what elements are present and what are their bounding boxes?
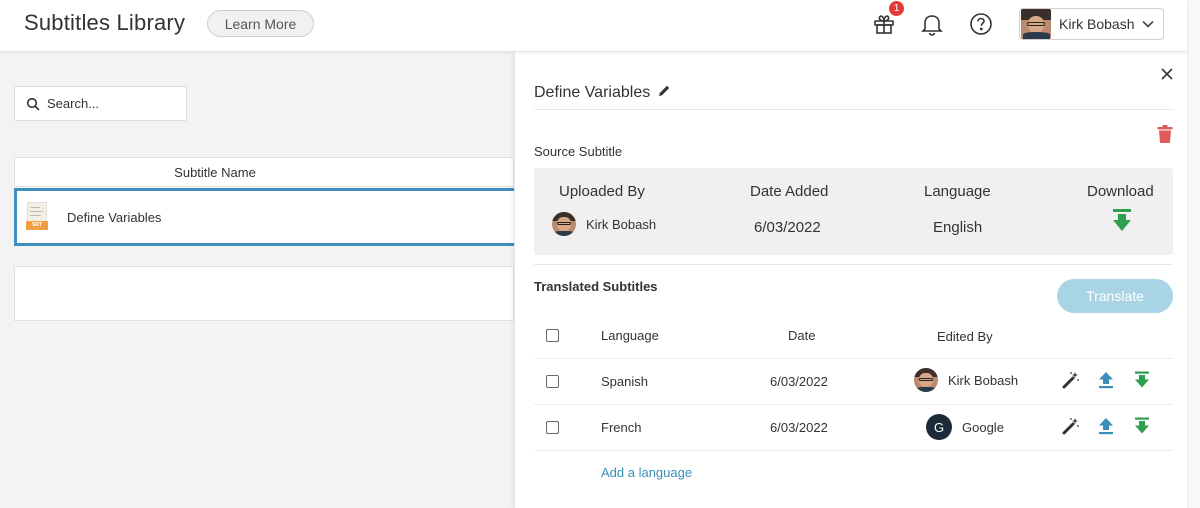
- help-icon[interactable]: [968, 11, 994, 37]
- row-checkbox[interactable]: [546, 421, 559, 434]
- row-date: 6/03/2022: [770, 420, 828, 435]
- header-uploaded-by: Uploaded By: [559, 183, 645, 200]
- row-language: Spanish: [601, 374, 648, 389]
- editor-name: Kirk Bobash: [948, 372, 1019, 388]
- pencil-icon[interactable]: [658, 84, 671, 102]
- download-icon[interactable]: [1112, 209, 1132, 238]
- column-header-edited-by: Edited By: [937, 329, 993, 344]
- list-item[interactable]: SRT Define Variables: [14, 188, 514, 246]
- list-item-empty: [14, 266, 514, 321]
- magic-wand-icon[interactable]: [1062, 371, 1080, 389]
- editor-name: Google: [962, 419, 1004, 435]
- row-editor: G Google: [926, 414, 1004, 440]
- header-download: Download: [1087, 183, 1154, 200]
- date-added-value: 6/03/2022: [754, 219, 821, 236]
- language-value: English: [933, 219, 983, 236]
- trash-icon[interactable]: [1157, 125, 1173, 148]
- notification-badge: 1: [889, 1, 904, 16]
- divider: [534, 109, 1174, 110]
- app-header: Subtitles Library Learn More 1 Kirk Boba…: [0, 0, 1187, 52]
- avatar: [552, 212, 576, 236]
- search-icon: [26, 97, 40, 111]
- learn-more-button[interactable]: Learn More: [207, 10, 314, 37]
- close-icon[interactable]: [1159, 66, 1175, 82]
- column-header-date: Date: [788, 328, 816, 343]
- search-field[interactable]: [14, 86, 187, 121]
- upload-icon[interactable]: [1097, 417, 1115, 435]
- bell-icon[interactable]: [919, 11, 945, 37]
- subtitle-title: Define Variables: [534, 84, 651, 101]
- scrollbar[interactable]: [1187, 0, 1200, 508]
- gift-icon[interactable]: 1: [871, 1, 904, 37]
- uploader-name: Kirk Bobash: [586, 216, 657, 232]
- row-editor: Kirk Bobash: [914, 368, 1018, 392]
- divider: [534, 404, 1173, 405]
- search-input[interactable]: [47, 96, 177, 111]
- row-checkbox[interactable]: [546, 375, 559, 388]
- download-icon[interactable]: [1133, 417, 1151, 435]
- srt-file-icon: SRT: [26, 202, 48, 232]
- divider: [534, 264, 1173, 265]
- upload-icon[interactable]: [1097, 371, 1115, 389]
- add-language-link[interactable]: Add a language: [601, 465, 692, 480]
- avatar: [914, 368, 938, 392]
- source-subtitle-card: Uploaded By Date Added Language Download…: [534, 168, 1173, 255]
- header-language: Language: [924, 183, 991, 200]
- divider: [534, 450, 1173, 451]
- uploader: Kirk Bobash: [552, 212, 656, 236]
- user-name: Kirk Bobash: [1059, 16, 1135, 32]
- user-menu[interactable]: Kirk Bobash: [1019, 8, 1164, 40]
- google-avatar: G: [926, 414, 952, 440]
- source-subtitle-label: Source Subtitle: [534, 144, 623, 159]
- row-date: 6/03/2022: [770, 374, 828, 389]
- translate-button[interactable]: Translate: [1057, 279, 1173, 313]
- subtitle-name: Define Variables: [67, 209, 162, 225]
- column-header-subtitle-name[interactable]: Subtitle Name: [14, 157, 514, 187]
- download-icon[interactable]: [1133, 371, 1151, 389]
- subtitle-detail-panel: Define Variables Source Subtitle Uploade…: [514, 52, 1187, 508]
- header-date-added: Date Added: [750, 183, 829, 200]
- translated-subtitles-label: Translated Subtitles: [534, 279, 658, 294]
- page-title: Subtitles Library: [24, 10, 186, 35]
- select-all-checkbox[interactable]: [546, 329, 559, 342]
- column-header-language: Language: [601, 328, 659, 343]
- avatar: [1021, 9, 1051, 39]
- panel-title: Define Variables: [534, 84, 671, 102]
- magic-wand-icon[interactable]: [1062, 417, 1080, 435]
- divider: [534, 358, 1173, 359]
- chevron-down-icon: [1141, 17, 1155, 36]
- row-language: French: [601, 420, 642, 435]
